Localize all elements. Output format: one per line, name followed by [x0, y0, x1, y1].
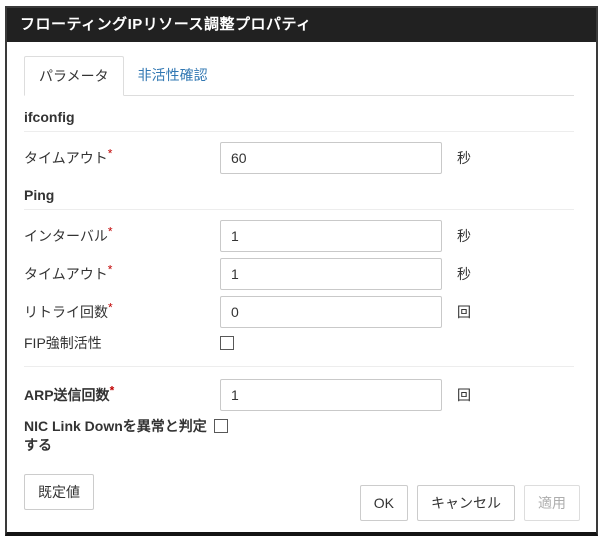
arp-send-count-row: ARP送信回数* 回	[24, 379, 574, 411]
fip-forced-activation-row: FIP強制活性	[24, 334, 574, 355]
properties-dialog: フローティングIPリソース調整プロパティ パラメータ 非活性確認 ifconfi…	[5, 6, 598, 536]
ping-timeout-label: タイムアウト*	[24, 265, 220, 284]
required-asterisk: *	[108, 262, 113, 276]
ifconfig-timeout-unit: 秒	[457, 148, 471, 168]
section-header-ifconfig: ifconfig	[24, 109, 574, 132]
ping-retry-count-input[interactable]	[220, 296, 442, 328]
ping-interval-label: インターバル*	[24, 227, 220, 246]
required-asterisk: *	[108, 146, 113, 160]
fip-forced-activation-checkbox[interactable]	[220, 336, 234, 350]
ping-timeout-row: タイムアウト* 秒	[24, 258, 574, 290]
required-asterisk: *	[108, 224, 113, 238]
nic-link-down-row: NIC Link Downを異常と判定する	[24, 417, 574, 455]
ping-retry-count-label: リトライ回数*	[24, 303, 220, 322]
arp-send-count-input[interactable]	[220, 379, 442, 411]
ping-retry-count-unit: 回	[457, 302, 471, 322]
tab-parameter[interactable]: パラメータ	[24, 56, 124, 96]
section-divider	[24, 366, 574, 367]
ping-interval-row: インターバル* 秒	[24, 220, 574, 252]
ifconfig-timeout-row: タイムアウト* 秒	[24, 142, 574, 174]
required-asterisk: *	[108, 300, 113, 314]
arp-send-count-label: ARP送信回数*	[24, 386, 220, 405]
nic-link-down-checkbox[interactable]	[214, 419, 228, 433]
fip-forced-activation-label: FIP強制活性	[24, 334, 220, 353]
dialog-content: パラメータ 非活性確認 ifconfig タイムアウト* 秒 Ping インター…	[7, 42, 596, 532]
ping-timeout-unit: 秒	[457, 264, 471, 284]
ping-interval-unit: 秒	[457, 226, 471, 246]
ping-retry-count-row: リトライ回数* 回	[24, 296, 574, 328]
footer-buttons: OK キャンセル 適用	[360, 485, 580, 521]
apply-button[interactable]: 適用	[524, 485, 580, 521]
required-asterisk: *	[110, 383, 115, 397]
titlebar: フローティングIPリソース調整プロパティ	[7, 8, 596, 42]
ifconfig-timeout-input[interactable]	[220, 142, 442, 174]
window-title: フローティングIPリソース調整プロパティ	[20, 16, 312, 33]
ifconfig-timeout-label: タイムアウト*	[24, 149, 220, 168]
tab-deactivation-check[interactable]: 非活性確認	[124, 56, 222, 96]
tab-bar: パラメータ 非活性確認	[24, 56, 574, 96]
ok-button[interactable]: OK	[360, 485, 408, 521]
tab-deactivation-check-label: 非活性確認	[138, 67, 208, 83]
ping-interval-input[interactable]	[220, 220, 442, 252]
cancel-button[interactable]: キャンセル	[417, 485, 515, 521]
section-header-ping: Ping	[24, 187, 574, 210]
nic-link-down-label: NIC Link Downを異常と判定する	[24, 417, 214, 455]
arp-send-count-unit: 回	[457, 385, 471, 405]
ping-timeout-input[interactable]	[220, 258, 442, 290]
tab-parameter-label: パラメータ	[39, 68, 109, 84]
default-values-button[interactable]: 既定値	[24, 474, 94, 510]
